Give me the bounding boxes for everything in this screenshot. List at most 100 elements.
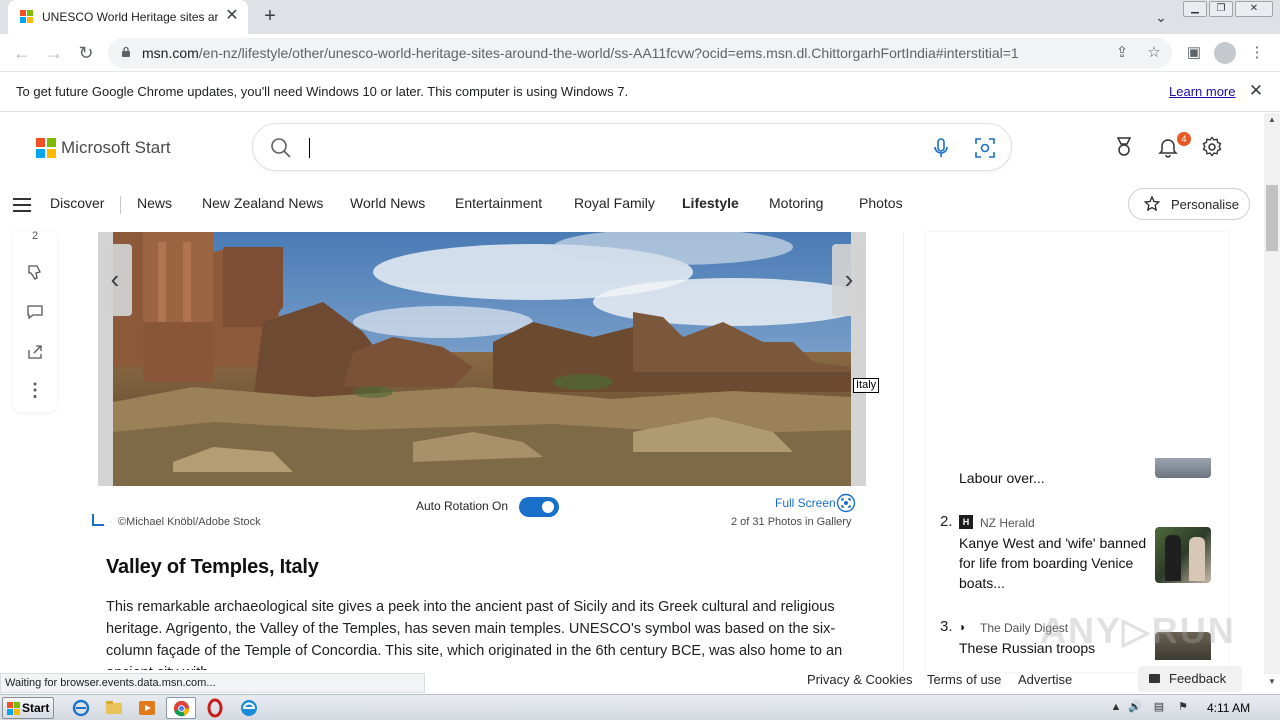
browser-tab[interactable]: UNESCO World Heritage sites aroun ✕ xyxy=(8,0,248,34)
search-caret xyxy=(309,138,310,158)
profile-avatar[interactable] xyxy=(1214,42,1236,64)
hamburger-menu-icon[interactable] xyxy=(13,198,31,212)
tab-strip: UNESCO World Heritage sites aroun ✕ + ⌄ … xyxy=(0,0,1280,34)
nav-discover[interactable]: Discover xyxy=(50,195,104,211)
tab-close-icon[interactable]: ✕ xyxy=(222,6,242,26)
nav-photos[interactable]: Photos xyxy=(859,195,903,211)
full-screen-icon[interactable] xyxy=(836,493,856,513)
credit-marker-icon xyxy=(92,514,104,526)
nav-lifestyle[interactable]: Lifestyle xyxy=(682,195,739,211)
settings-gear-icon[interactable] xyxy=(1200,135,1224,159)
personalise-button[interactable]: Personalise xyxy=(1128,188,1250,220)
photo-gallery xyxy=(98,232,866,486)
watermark: ANY▷RUN xyxy=(1040,610,1236,651)
auto-rotation-toggle[interactable] xyxy=(519,497,559,517)
gallery-prev-button[interactable]: ‹ xyxy=(98,244,132,316)
share-icon[interactable]: ⇪ xyxy=(1112,43,1132,63)
rail-item-title[interactable]: Kanye West and 'wife' banned for life fr… xyxy=(959,533,1149,593)
daily-digest-logo-icon: ◗ xyxy=(959,620,967,634)
nav-royal-family[interactable]: Royal Family xyxy=(574,195,655,211)
msn-header: Microsoft Start 4 xyxy=(0,113,1264,181)
toggle-knob xyxy=(542,501,554,513)
dislike-icon[interactable] xyxy=(25,262,45,282)
rail-thumbnail[interactable] xyxy=(1155,527,1211,583)
auto-rotation-label: Auto Rotation On xyxy=(416,499,509,513)
valley-of-temples-photo xyxy=(113,232,851,486)
url-text: msn.com/en-nz/lifestyle/other/unesco-wor… xyxy=(142,45,1019,61)
system-clock[interactable]: 4:11 AM xyxy=(1207,701,1250,715)
msn-favicon-icon xyxy=(20,10,34,24)
nav-motoring[interactable]: Motoring xyxy=(769,195,823,211)
forward-button[interactable]: → xyxy=(42,41,66,65)
window-close-button[interactable]: ✕ xyxy=(1235,1,1273,17)
gallery-next-button[interactable]: › xyxy=(832,244,866,316)
network-icon[interactable]: ▤ xyxy=(1152,700,1166,714)
file-explorer-icon[interactable] xyxy=(101,697,127,719)
logo-text[interactable]: Microsoft Start xyxy=(61,138,171,158)
chrome-taskbar-button[interactable] xyxy=(166,697,196,719)
terms-of-use-link[interactable]: Terms of use xyxy=(927,672,1001,687)
advertise-link[interactable]: Advertise xyxy=(1018,672,1072,687)
reload-button[interactable]: ↻ xyxy=(74,41,98,65)
article-actions-bar: 2 ⋮ xyxy=(13,230,57,412)
rail-item-number: 3. xyxy=(940,618,953,635)
rail-item-source: NZ Herald xyxy=(980,516,1035,530)
learn-more-link[interactable]: Learn more xyxy=(1169,84,1235,99)
page-scrollbar[interactable]: ▲ xyxy=(1264,113,1280,674)
action-center-flag-icon[interactable]: ⚑ xyxy=(1176,700,1190,714)
url-host: msn.com xyxy=(142,45,199,61)
bookmark-star-icon[interactable]: ☆ xyxy=(1144,43,1164,63)
windows-taskbar: Start ▲ 🔊 ▤ ⚑ 4:11 AM xyxy=(0,694,1280,720)
more-options-icon[interactable]: ⋮ xyxy=(25,380,45,400)
full-screen-link[interactable]: Full Screen xyxy=(775,496,836,510)
opera-icon[interactable] xyxy=(202,697,228,719)
side-panel-icon[interactable]: ▣ xyxy=(1183,42,1205,64)
scroll-thumb[interactable] xyxy=(1266,185,1278,251)
comment-icon[interactable] xyxy=(25,302,45,322)
feedback-button[interactable]: Feedback xyxy=(1138,666,1242,692)
nav-world-news[interactable]: World News xyxy=(350,195,425,211)
photo-counter: 2 of 31 Photos in Gallery xyxy=(731,516,852,528)
edge-icon[interactable] xyxy=(236,697,262,719)
tab-search-chevron-icon[interactable]: ⌄ xyxy=(1150,6,1172,28)
tab-title: UNESCO World Heritage sites aroun xyxy=(42,10,218,24)
lock-icon xyxy=(122,46,130,57)
restore-button[interactable]: ❐ xyxy=(1209,1,1233,17)
volume-icon[interactable]: 🔊 xyxy=(1128,700,1142,714)
browser-toolbar: ← → ↻ msn.com/en-nz/lifestyle/other/unes… xyxy=(0,34,1280,72)
share-icon[interactable] xyxy=(25,342,45,362)
rail-thumbnail[interactable] xyxy=(1155,458,1211,478)
new-tab-button[interactable]: + xyxy=(258,5,282,29)
personalise-label: Personalise xyxy=(1171,197,1239,212)
internet-explorer-icon[interactable] xyxy=(68,697,94,719)
search-icon xyxy=(271,138,291,158)
rail-item-1[interactable]: Labour over... xyxy=(959,468,1149,488)
address-bar[interactable]: msn.com/en-nz/lifestyle/other/unesco-wor… xyxy=(108,38,1172,68)
privacy-cookies-link[interactable]: Privacy & Cookies xyxy=(807,672,912,687)
scroll-down-arrow-icon[interactable]: ▼ xyxy=(1266,677,1278,687)
microphone-icon[interactable] xyxy=(929,136,953,160)
nav-entertainment[interactable]: Entertainment xyxy=(455,195,542,211)
feedback-icon xyxy=(1149,674,1160,683)
chrome-icon xyxy=(173,700,190,717)
nav-news[interactable]: News xyxy=(137,195,172,211)
windows-flag-icon xyxy=(7,702,20,715)
media-player-icon[interactable] xyxy=(134,697,160,719)
start-button[interactable]: Start xyxy=(2,697,54,719)
microsoft-logo-icon[interactable] xyxy=(36,138,56,158)
rewards-icon[interactable] xyxy=(1112,135,1136,159)
scroll-up-arrow-icon[interactable]: ▲ xyxy=(1264,113,1280,127)
update-infobar: To get future Google Chrome updates, you… xyxy=(0,72,1280,112)
category-nav: Discover News New Zealand News World New… xyxy=(0,181,1264,231)
minimize-button[interactable]: ▁ xyxy=(1183,1,1207,17)
back-button[interactable]: ← xyxy=(10,41,34,65)
rail-item-title: Labour over... xyxy=(959,470,1045,486)
infobar-close-icon[interactable]: ✕ xyxy=(1247,81,1265,101)
search-box[interactable] xyxy=(252,123,1012,171)
tray-expand-icon[interactable]: ▲ xyxy=(1109,700,1123,714)
visual-search-icon[interactable] xyxy=(973,136,997,160)
notification-badge: 4 xyxy=(1177,132,1191,146)
star-sparkle-icon xyxy=(1143,195,1161,212)
nav-new-zealand-news[interactable]: New Zealand News xyxy=(202,195,323,211)
menu-kebab-icon[interactable]: ⋮ xyxy=(1246,42,1268,64)
